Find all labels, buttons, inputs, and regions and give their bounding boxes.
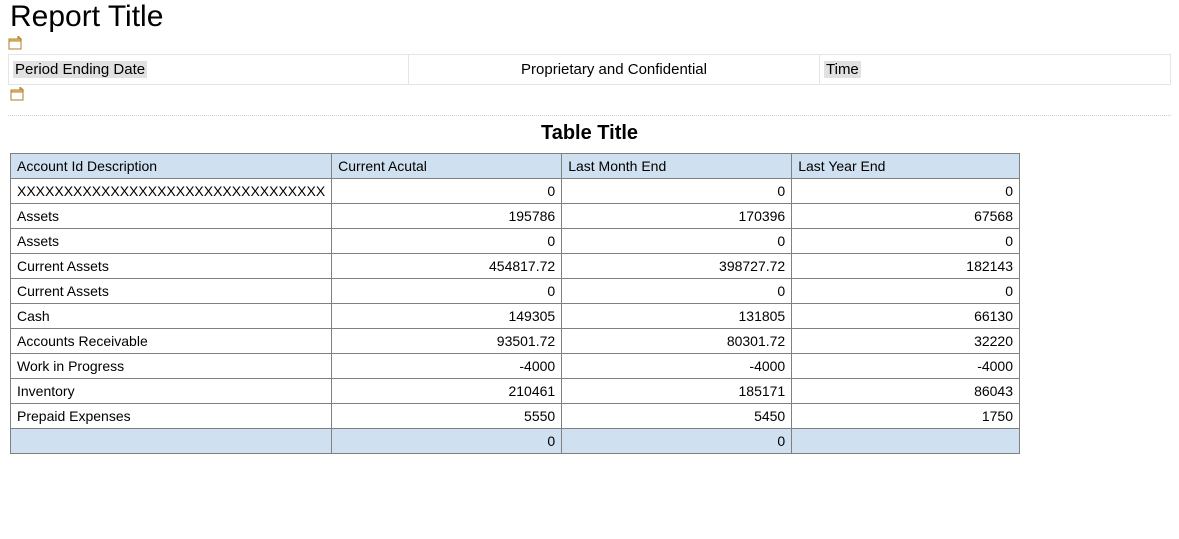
cell-last-month: 398727.72 bbox=[562, 254, 792, 279]
table-footer-row: 0 0 bbox=[11, 429, 1020, 454]
cell-description: Work in Progress bbox=[11, 354, 332, 379]
cell-last-month: 170396 bbox=[562, 204, 792, 229]
section-divider bbox=[8, 115, 1171, 116]
cell-last-month: 0 bbox=[562, 229, 792, 254]
table-row: Current Assets000 bbox=[11, 279, 1020, 304]
cell-last-year: 0 bbox=[792, 179, 1020, 204]
col-header-description: Account Id Description bbox=[11, 154, 332, 179]
cell-last-year: -4000 bbox=[792, 354, 1020, 379]
col-header-current-actual: Current Acutal bbox=[332, 154, 562, 179]
report-title: Report Title bbox=[8, 0, 1171, 34]
cell-current: 0 bbox=[332, 179, 562, 204]
cell-description: Inventory bbox=[11, 379, 332, 404]
table-row: Accounts Receivable93501.7280301.7232220 bbox=[11, 329, 1020, 354]
cell-last-month: -4000 bbox=[562, 354, 792, 379]
cell-description: Accounts Receivable bbox=[11, 329, 332, 354]
cell-last-year: 0 bbox=[792, 279, 1020, 304]
cell-description: Cash bbox=[11, 304, 332, 329]
table-row: XXXXXXXXXXXXXXXXXXXXXXXXXXXXXXXXX000 bbox=[11, 179, 1020, 204]
document-icon bbox=[8, 36, 24, 50]
cell-last-year: 32220 bbox=[792, 329, 1020, 354]
cell-current: 195786 bbox=[332, 204, 562, 229]
cell-description: Current Assets bbox=[11, 254, 332, 279]
table-row: Prepaid Expenses555054501750 bbox=[11, 404, 1020, 429]
footer-desc bbox=[11, 429, 332, 454]
confidential-label: Proprietary and Confidential bbox=[409, 55, 820, 84]
cell-last-month: 80301.72 bbox=[562, 329, 792, 354]
cell-last-month: 5450 bbox=[562, 404, 792, 429]
cell-description: Assets bbox=[11, 204, 332, 229]
cell-description: Prepaid Expenses bbox=[11, 404, 332, 429]
table-row: Cash14930513180566130 bbox=[11, 304, 1020, 329]
cell-description: XXXXXXXXXXXXXXXXXXXXXXXXXXXXXXXXX bbox=[11, 179, 332, 204]
table-row: Inventory21046118517186043 bbox=[11, 379, 1020, 404]
cell-current: 5550 bbox=[332, 404, 562, 429]
cell-last-year: 182143 bbox=[792, 254, 1020, 279]
document-icon bbox=[10, 87, 26, 101]
cell-current: 0 bbox=[332, 279, 562, 304]
period-ending-date-field: Period Ending Date bbox=[13, 61, 147, 78]
table-row: Assets000 bbox=[11, 229, 1020, 254]
cell-last-year: 0 bbox=[792, 229, 1020, 254]
cell-current: 454817.72 bbox=[332, 254, 562, 279]
cell-description: Current Assets bbox=[11, 279, 332, 304]
table-row: Work in Progress-4000-4000-4000 bbox=[11, 354, 1020, 379]
footer-last-month: 0 bbox=[562, 429, 792, 454]
header-info-bar: Period Ending Date Proprietary and Confi… bbox=[8, 54, 1171, 85]
footer-current: 0 bbox=[332, 429, 562, 454]
cell-last-year: 67568 bbox=[792, 204, 1020, 229]
table-header-row: Account Id Description Current Acutal La… bbox=[11, 154, 1020, 179]
cell-last-month: 0 bbox=[562, 279, 792, 304]
table-row: Assets19578617039667568 bbox=[11, 204, 1020, 229]
cell-last-month: 131805 bbox=[562, 304, 792, 329]
data-table: Account Id Description Current Acutal La… bbox=[10, 153, 1020, 454]
table-title: Table Title bbox=[8, 122, 1171, 145]
table-row: Current Assets454817.72398727.72182143 bbox=[11, 254, 1020, 279]
footer-last-year bbox=[792, 429, 1020, 454]
cell-last-month: 185171 bbox=[562, 379, 792, 404]
cell-last-year: 1750 bbox=[792, 404, 1020, 429]
cell-current: 149305 bbox=[332, 304, 562, 329]
time-field: Time bbox=[824, 61, 861, 78]
col-header-last-year-end: Last Year End bbox=[792, 154, 1020, 179]
cell-current: -4000 bbox=[332, 354, 562, 379]
cell-description: Assets bbox=[11, 229, 332, 254]
cell-current: 93501.72 bbox=[332, 329, 562, 354]
cell-last-month: 0 bbox=[562, 179, 792, 204]
cell-current: 210461 bbox=[332, 379, 562, 404]
col-header-last-month-end: Last Month End bbox=[562, 154, 792, 179]
cell-last-year: 66130 bbox=[792, 304, 1020, 329]
cell-current: 0 bbox=[332, 229, 562, 254]
cell-last-year: 86043 bbox=[792, 379, 1020, 404]
